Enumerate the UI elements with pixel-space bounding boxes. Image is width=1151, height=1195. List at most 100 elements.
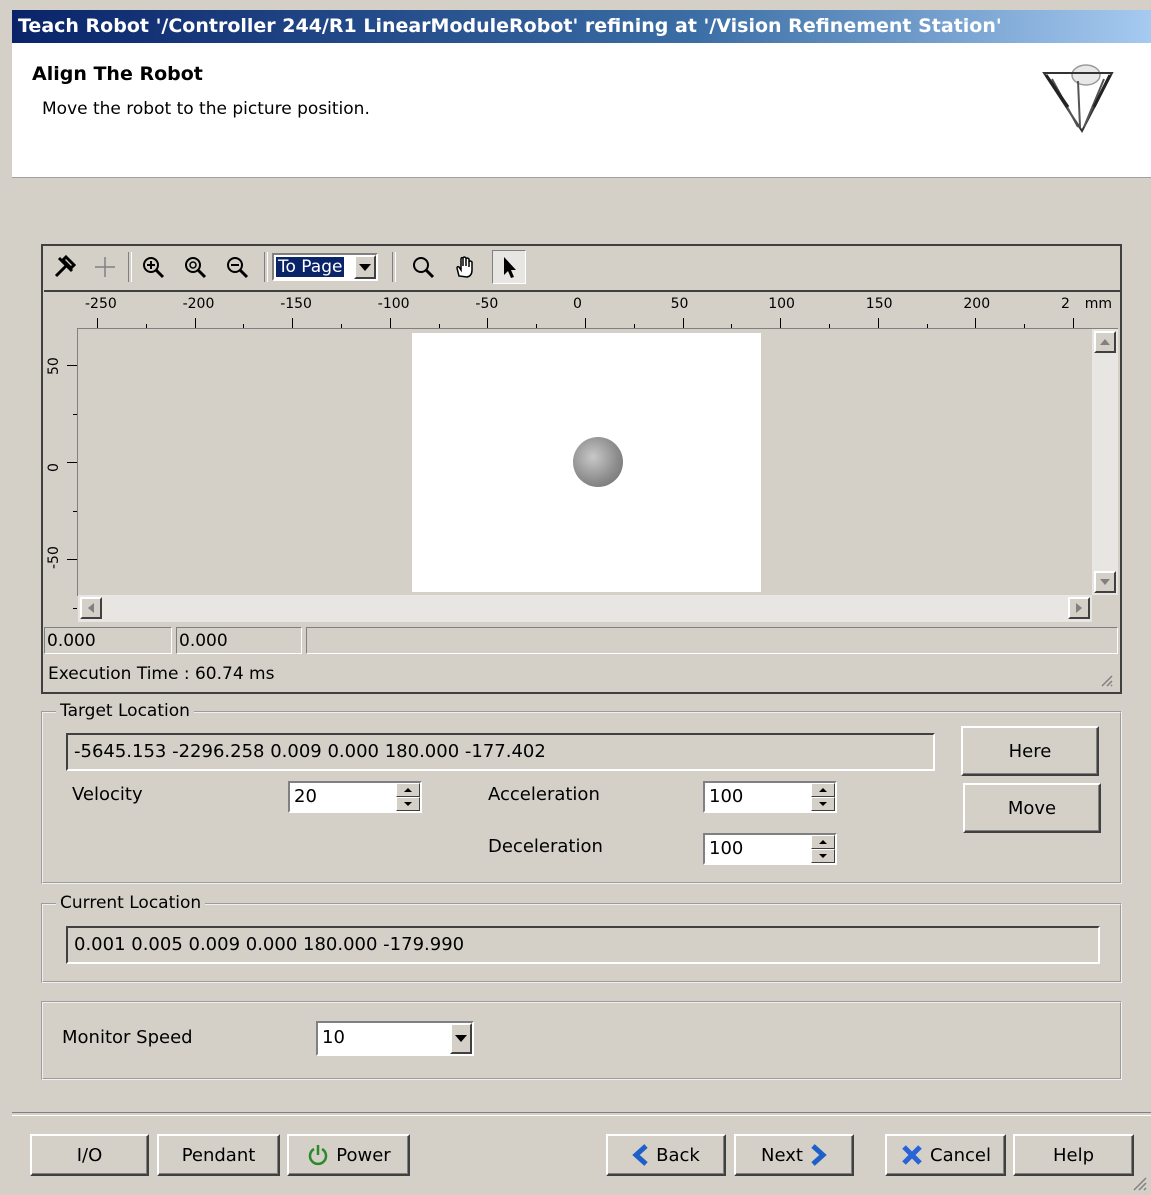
vruler-minor-tick [73, 607, 77, 609]
monitor-speed-label: Monitor Speed [62, 1027, 193, 1048]
pendant-button-label: Pendant [181, 1144, 256, 1166]
hruler-unit: mm [1084, 296, 1112, 312]
hruler-minor-tick [926, 324, 928, 328]
acceleration-stepper[interactable] [703, 781, 837, 813]
page-subtitle: Move the robot to the picture position. [42, 99, 370, 119]
deceleration-stepper[interactable] [703, 833, 837, 865]
zoom-fit-icon[interactable] [178, 250, 212, 284]
spin-down-icon[interactable] [811, 797, 835, 811]
monitor-speed-group [41, 1001, 1122, 1080]
vertical-scrollbar[interactable] [1092, 329, 1118, 595]
execution-time: Execution Time : 60.74 ms [48, 664, 275, 684]
velocity-stepper[interactable] [288, 781, 422, 813]
vruler-major-tick [67, 462, 77, 463]
vruler-major-tick [67, 559, 77, 560]
spin-down-icon[interactable] [396, 797, 420, 811]
hruler-minor-tick [633, 324, 635, 328]
scroll-right-icon[interactable] [1068, 597, 1090, 619]
window-title-bar[interactable]: Teach Robot '/Controller 244/R1 LinearMo… [12, 10, 1151, 43]
back-button-label: Back [656, 1144, 700, 1166]
spin-down-icon[interactable] [811, 849, 835, 863]
status-message-cell [306, 627, 1118, 654]
page-title: Align The Robot [32, 63, 203, 85]
deceleration-input[interactable] [709, 838, 799, 859]
zoom-out-icon[interactable] [220, 250, 254, 284]
crosshair-icon[interactable] [88, 250, 122, 284]
cancel-button[interactable]: Cancel [885, 1134, 1006, 1176]
hruler-tick-label: 100 [768, 296, 795, 312]
zoom-in-icon[interactable] [136, 250, 170, 284]
io-button-label: I/O [76, 1144, 103, 1166]
hruler-tick-label: 0 [573, 296, 582, 312]
next-button-label: Next [761, 1144, 803, 1166]
vruler-minor-tick [73, 413, 77, 415]
resize-grip-icon[interactable] [1098, 672, 1114, 688]
vruler-major-tick [67, 365, 77, 366]
hruler-tick-label: 150 [865, 296, 893, 312]
viewer-toolbar: To Page [44, 246, 1120, 292]
hruler-tick-label: -150 [280, 296, 312, 312]
help-button[interactable]: Help [1013, 1134, 1134, 1176]
hruler-major-tick [487, 318, 489, 328]
wizard-header: Align The Robot Move the robot to the pi… [12, 43, 1151, 178]
hruler-major-tick [97, 318, 98, 328]
monitor-speed-value: 10 [322, 1027, 345, 1048]
hruler-tick-label: -100 [377, 296, 410, 312]
velocity-label: Velocity [72, 784, 143, 805]
next-button[interactable]: Next [734, 1134, 854, 1176]
horizontal-ruler: -250 -200 -150 -100 -50 0 50 100 150 200 2 mm [77, 294, 1118, 329]
cancel-button-label: Cancel [930, 1144, 991, 1166]
scroll-left-icon[interactable] [80, 597, 102, 619]
help-button-label: Help [1052, 1144, 1095, 1166]
current-location-field: 0.001 0.005 0.009 0.000 180.000 -179.990 [66, 926, 1100, 964]
hruler-major-tick [780, 318, 782, 328]
hruler-minor-tick [536, 324, 538, 328]
x-coordinate-readout: 0.000 [44, 627, 172, 654]
next-arrow-icon [811, 1144, 827, 1166]
velocity-input[interactable] [294, 786, 384, 807]
deceleration-label: Deceleration [488, 836, 603, 857]
spin-up-icon[interactable] [811, 783, 835, 797]
move-button-label: Move [1007, 797, 1057, 819]
zoom-level-value: To Page [276, 257, 345, 277]
chevron-down-icon[interactable] [450, 1023, 472, 1054]
current-location-legend: Current Location [56, 893, 206, 913]
io-button[interactable]: I/O [30, 1134, 149, 1176]
zoom-level-select[interactable]: To Page [272, 253, 378, 281]
hruler-minor-tick [145, 324, 147, 328]
hruler-minor-tick [829, 324, 830, 328]
hruler-major-tick [194, 318, 196, 328]
tools-icon[interactable] [48, 250, 82, 284]
hruler-minor-tick [243, 324, 245, 328]
magnifier-icon[interactable] [406, 250, 440, 284]
pendant-button[interactable]: Pendant [157, 1134, 280, 1176]
vertical-ruler: 50 0 -50 [44, 328, 78, 609]
hruler-major-tick [1073, 318, 1074, 328]
hruler-major-tick [877, 318, 879, 328]
pan-hand-icon[interactable] [448, 250, 482, 284]
scroll-up-icon[interactable] [1094, 331, 1116, 353]
vruler-tick-label: 50 [46, 357, 62, 375]
power-button[interactable]: Power [287, 1134, 410, 1176]
spin-up-icon[interactable] [811, 835, 835, 849]
pointer-arrow-icon[interactable] [492, 250, 526, 284]
footer-divider [12, 1112, 1151, 1116]
move-button[interactable]: Move [963, 783, 1101, 833]
back-button[interactable]: Back [606, 1134, 726, 1176]
hruler-tick-label: 2 [1061, 296, 1070, 312]
window-title: Teach Robot '/Controller 244/R1 LinearMo… [18, 15, 1002, 37]
monitor-speed-select[interactable]: 10 [316, 1021, 474, 1056]
hruler-minor-tick [341, 324, 342, 328]
hruler-tick-label: 50 [670, 296, 689, 312]
window-resize-grip-icon[interactable] [1128, 1172, 1148, 1192]
back-arrow-icon [632, 1144, 648, 1166]
scroll-down-icon[interactable] [1094, 571, 1116, 593]
here-button[interactable]: Here [961, 726, 1099, 776]
ruler-corner [44, 294, 77, 328]
chevron-down-icon[interactable] [354, 255, 376, 279]
horizontal-scrollbar[interactable] [78, 595, 1092, 622]
y-coordinate-readout: 0.000 [176, 627, 302, 654]
hruler-tick-label: -50 [475, 296, 499, 312]
acceleration-input[interactable] [709, 786, 799, 807]
spin-up-icon[interactable] [396, 783, 420, 797]
